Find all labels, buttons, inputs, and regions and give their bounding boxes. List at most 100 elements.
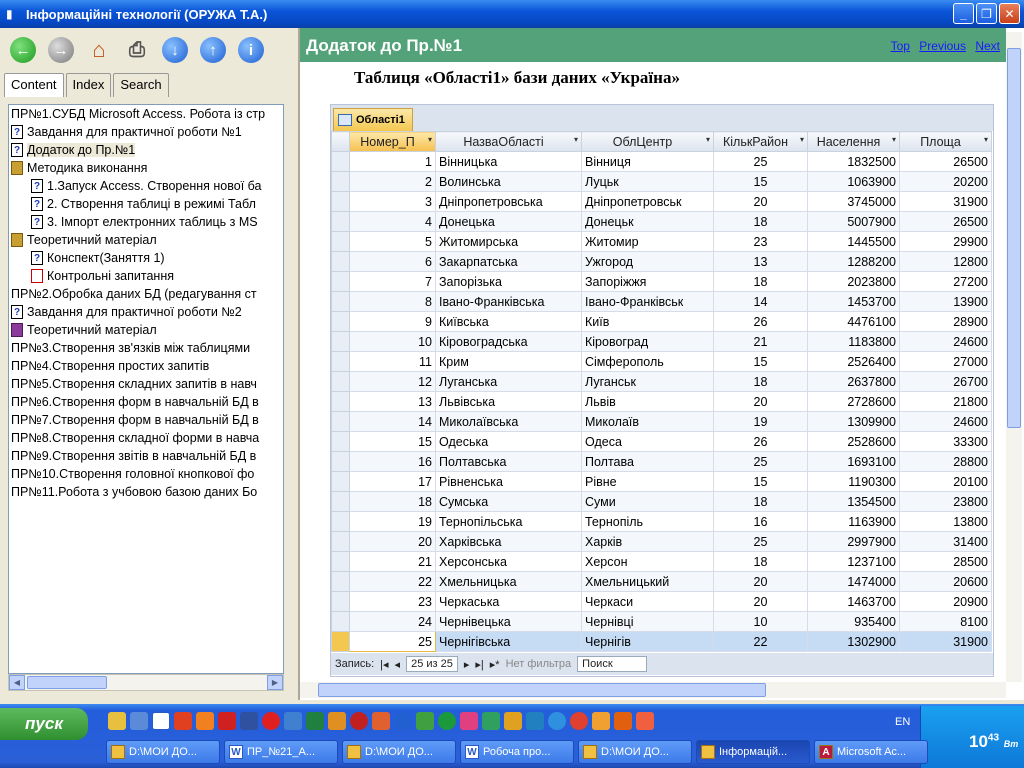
help-icon: [701, 745, 715, 759]
app-icon[interactable]: [460, 712, 478, 730]
app-icon[interactable]: [614, 712, 632, 730]
table-cell: Кіровоград: [581, 331, 714, 352]
table-cell: 2528600: [807, 431, 900, 452]
opera-icon[interactable]: [262, 712, 280, 730]
table-row: 25 Чернігівська Чернігів 22 1302900 31900: [331, 631, 992, 652]
app-icon[interactable]: [328, 712, 346, 730]
taskbar-button[interactable]: D:\МОИ ДО...: [106, 740, 220, 764]
minimize-button[interactable]: _: [953, 3, 974, 24]
scroll-thumb[interactable]: [1007, 48, 1021, 428]
app-icon[interactable]: [504, 712, 522, 730]
tree-item-label: Додаток до Пр.№1: [27, 143, 136, 157]
tree-item[interactable]: ? Конспект(Заняття 1): [9, 249, 283, 267]
tree-item[interactable]: ПР№8.Створення складної форми в навча: [9, 429, 283, 447]
link-next[interactable]: Next: [975, 39, 1000, 53]
tree-item[interactable]: Методика виконання: [9, 159, 283, 177]
tree-item[interactable]: Контрольні запитання: [9, 267, 283, 285]
app-icon[interactable]: [636, 712, 654, 730]
taskbar-button[interactable]: D:\МОИ ДО...: [578, 740, 692, 764]
taskbar-button[interactable]: A Microsoft Ac...: [814, 740, 928, 764]
down-arrow-icon[interactable]: ↓: [162, 37, 188, 63]
printer-icon[interactable]: ⎙: [124, 37, 150, 63]
tree-item[interactable]: ? Завдання для практичної роботи №2: [9, 303, 283, 321]
tree-item[interactable]: ПР№6.Створення форм в навчальній БД в: [9, 393, 283, 411]
topic-header: Додаток до Пр.№1 Top Previous Next: [300, 28, 1006, 62]
app-icon[interactable]: [372, 712, 390, 730]
table-cell: 3: [349, 191, 436, 212]
table-cell: Вінницька: [435, 151, 582, 172]
app-icon[interactable]: [526, 712, 544, 730]
tree-item[interactable]: ПР№11.Робота з учбовою базою даних Бо: [9, 483, 283, 501]
clock[interactable]: 1043 Вт: [969, 732, 1018, 752]
settings-icon[interactable]: [196, 712, 214, 730]
tree-item[interactable]: ПР№5.Створення складних запитів в навч: [9, 375, 283, 393]
app-icon[interactable]: [284, 712, 302, 730]
taskbar-button[interactable]: W Робоча про...: [460, 740, 574, 764]
scroll-thumb[interactable]: [318, 683, 766, 697]
home-icon[interactable]: ⌂: [86, 37, 112, 63]
link-top[interactable]: Top: [891, 39, 910, 53]
word-icon[interactable]: [152, 712, 170, 730]
scroll-right-icon[interactable]: ▶: [267, 675, 283, 690]
row-selector: [331, 511, 350, 532]
forward-arrow-icon[interactable]: →: [48, 37, 74, 63]
options-icon[interactable]: i: [238, 37, 264, 63]
desktop-icon[interactable]: [130, 712, 148, 730]
taskbar-button[interactable]: Інформацій...: [696, 740, 810, 764]
photoshop-icon[interactable]: [240, 712, 258, 730]
link-previous[interactable]: Previous: [919, 39, 966, 53]
office-icon[interactable]: [174, 712, 192, 730]
tree-horizontal-scrollbar[interactable]: ◀ ▶: [8, 674, 284, 691]
table-cell: 2637800: [807, 371, 900, 392]
tree-item[interactable]: ? 3. Імпорт електронних таблиць з MS: [9, 213, 283, 231]
tree-item[interactable]: ПР№1.СУБД Microsoft Access. Робота із ст…: [9, 105, 283, 123]
tree-item[interactable]: ? Завдання для практичної роботи №1: [9, 123, 283, 141]
app-icon[interactable]: [416, 712, 434, 730]
taskbar-button[interactable]: W ПР_№21_А...: [224, 740, 338, 764]
table-cell: 8: [349, 291, 436, 312]
back-arrow-icon[interactable]: ←: [10, 37, 36, 63]
start-button[interactable]: пуск: [0, 708, 88, 740]
tab-index[interactable]: Index: [65, 73, 112, 97]
table-cell: 26500: [899, 151, 992, 172]
tree-item[interactable]: Теоретичний матеріал: [9, 321, 283, 339]
tree-item[interactable]: ? 1.Запуск Access. Створення нової ба: [9, 177, 283, 195]
table-cell: Донецьк: [581, 211, 714, 232]
tree-item[interactable]: ? Додаток до Пр.№1: [9, 141, 283, 159]
scroll-left-icon[interactable]: ◀: [9, 675, 25, 690]
ie-icon[interactable]: [394, 712, 412, 730]
app-icon[interactable]: [438, 712, 456, 730]
title-bar[interactable]: ▮ Інформаційні технології (ОРУЖА Т.А.) _…: [0, 0, 1024, 28]
maximize-button[interactable]: ❐: [976, 3, 997, 24]
tree-item[interactable]: ПР№9.Створення звітів в навчальній БД в: [9, 447, 283, 465]
excel-icon[interactable]: [306, 712, 324, 730]
tree-item[interactable]: ПР№7.Створення форм в навчальній БД в: [9, 411, 283, 429]
app-icon[interactable]: [548, 712, 566, 730]
tab-search[interactable]: Search: [113, 73, 169, 97]
row-selector: [331, 271, 350, 292]
tree-item[interactable]: ПР№2.Обробка даних БД (редагування ст: [9, 285, 283, 303]
language-indicator[interactable]: EN: [895, 716, 910, 728]
up-arrow-icon[interactable]: ↑: [200, 37, 226, 63]
table-cell: 18: [713, 371, 808, 392]
scroll-thumb[interactable]: [27, 676, 107, 689]
folder-icon[interactable]: [108, 712, 126, 730]
close-button[interactable]: ✕: [999, 3, 1020, 24]
app-icon[interactable]: [218, 712, 236, 730]
app-icon[interactable]: [592, 712, 610, 730]
tree-item[interactable]: Теоретичний матеріал: [9, 231, 283, 249]
tab-content[interactable]: Content: [4, 73, 64, 97]
chrome-icon[interactable]: [570, 712, 588, 730]
tree-item[interactable]: ПР№4.Створення простих запитів: [9, 357, 283, 375]
app-icon[interactable]: [350, 712, 368, 730]
app-icon[interactable]: [482, 712, 500, 730]
tree-item[interactable]: ? 2. Створення таблиці в режимі Табл: [9, 195, 283, 213]
content-vertical-scrollbar[interactable]: [1006, 32, 1022, 682]
taskbar-button[interactable]: D:\МОИ ДО...: [342, 740, 456, 764]
content-horizontal-scrollbar[interactable]: [300, 682, 1006, 698]
tree-item[interactable]: ПР№10.Створення головної кнопкової фо: [9, 465, 283, 483]
tree-item[interactable]: ПР№3.Створення зв'язків між таблицями: [9, 339, 283, 357]
table-cell: 18: [349, 491, 436, 512]
table-cell: Рівне: [581, 471, 714, 492]
table-cell: 935400: [807, 611, 900, 632]
